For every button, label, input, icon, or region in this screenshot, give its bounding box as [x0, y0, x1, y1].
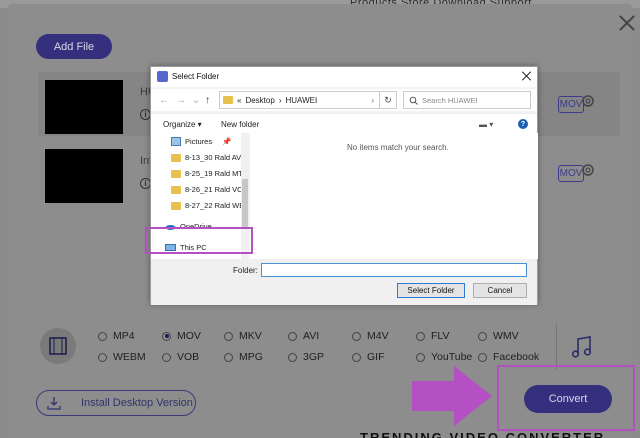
search-icon	[409, 96, 418, 105]
convert-highlight-box	[497, 365, 635, 431]
folder-row: Folder: Select Folder Cancel	[151, 259, 537, 305]
folder-input[interactable]	[261, 263, 527, 277]
gear-icon[interactable]	[580, 162, 596, 178]
radio-dot[interactable]	[478, 331, 487, 341]
format-option-3gp[interactable]: 3GP	[288, 351, 324, 363]
format-divider	[556, 324, 557, 370]
format-option-flv[interactable]: FLV	[416, 330, 449, 342]
download-icon	[47, 397, 61, 410]
address-bar-row: ← → ⌄ ↑ « Desktop › HUAWEI › ↻ Search HU…	[151, 89, 537, 111]
file-list-pane: No items match your search.	[250, 133, 538, 259]
background-bottom-text: TRENDING VIDEO CONVERTER	[360, 430, 606, 438]
format-option-mov[interactable]: MOV	[162, 330, 201, 342]
back-arrow-icon[interactable]: ←	[159, 95, 169, 106]
this-pc-highlight-box	[145, 227, 253, 254]
folder-icon	[171, 153, 181, 162]
format-option-mpg[interactable]: MPG	[224, 351, 263, 363]
empty-message: No items match your search.	[347, 143, 449, 152]
add-file-button[interactable]: Add File	[36, 34, 112, 59]
view-options-icon[interactable]: ▬ ▾	[479, 120, 493, 129]
address-bar[interactable]: « Desktop › HUAWEI ›	[219, 91, 381, 109]
nav-item-pictures[interactable]: Pictures 📌	[171, 137, 231, 146]
cancel-button[interactable]: Cancel	[473, 283, 527, 298]
install-label: Install Desktop Version	[81, 397, 193, 409]
radio-dot[interactable]	[224, 331, 233, 341]
music-icon[interactable]	[570, 334, 594, 360]
format-option-vob[interactable]: VOB	[162, 351, 199, 363]
radio-dot[interactable]	[478, 352, 487, 362]
folder-icon	[223, 96, 233, 104]
dialog-titlebar: Select Folder	[151, 67, 537, 87]
folder-icon	[171, 201, 181, 210]
breadcrumb-huawei[interactable]: HUAWEI	[285, 96, 317, 105]
video-thumbnail[interactable]	[45, 149, 123, 203]
pin-icon: 📌	[222, 137, 232, 146]
nav-item-folder[interactable]: 8-27_22 Rald WE	[171, 201, 244, 210]
nav-item-folder[interactable]: 8-25_19 Rald MT	[171, 169, 243, 178]
format-option-m4v[interactable]: M4V	[352, 330, 389, 342]
dialog-toolbar: Organize ▾ New folder ▬ ▾ ?	[151, 113, 537, 133]
new-folder-button[interactable]: New folder	[221, 120, 259, 129]
nav-item-folder[interactable]: 8-26_21 Rald VO	[171, 185, 243, 194]
search-input[interactable]: Search HUAWEI	[403, 91, 531, 109]
radio-dot[interactable]	[352, 331, 361, 341]
radio-dot[interactable]	[416, 352, 425, 362]
chevron-down-icon[interactable]: ⌄	[192, 95, 200, 106]
close-icon[interactable]	[618, 14, 636, 32]
folder-label: Folder:	[233, 266, 258, 275]
radio-dot[interactable]	[224, 352, 233, 362]
format-option-wmv[interactable]: WMV	[478, 330, 519, 342]
help-icon[interactable]: ?	[518, 119, 528, 129]
format-option-mp4[interactable]: MP4	[98, 330, 135, 342]
close-icon[interactable]	[521, 71, 531, 81]
radio-dot[interactable]	[98, 352, 107, 362]
radio-dot[interactable]	[288, 331, 297, 341]
format-option-facebook[interactable]: Facebook	[478, 351, 539, 363]
folder-icon	[171, 169, 181, 178]
nav-item-folder[interactable]: 8-13_30 Rald AVI	[171, 153, 243, 162]
radio-dot-selected[interactable]	[162, 331, 171, 341]
organize-menu[interactable]: Organize ▾	[163, 120, 202, 129]
forward-arrow-icon[interactable]: →	[176, 95, 186, 106]
radio-dot[interactable]	[162, 352, 171, 362]
breadcrumb-desktop[interactable]: Desktop	[245, 96, 274, 105]
gear-icon[interactable]	[580, 93, 596, 109]
folder-icon	[171, 185, 181, 194]
app-logo-icon	[157, 71, 168, 82]
select-folder-dialog: Select Folder ← → ⌄ ↑ « Desktop › HUAWEI…	[150, 66, 538, 305]
format-option-webm[interactable]: WEBM	[98, 351, 146, 363]
radio-dot[interactable]	[288, 352, 297, 362]
up-arrow-icon[interactable]: ↑	[205, 95, 210, 106]
video-thumbnail[interactable]	[45, 80, 123, 134]
pictures-icon	[171, 137, 181, 146]
pointer-arrow-icon	[412, 366, 492, 426]
format-option-gif[interactable]: GIF	[352, 351, 385, 363]
radio-dot[interactable]	[416, 331, 425, 341]
format-option-avi[interactable]: AVI	[288, 330, 319, 342]
nav-scrollbar-thumb[interactable]	[242, 179, 248, 229]
radio-dot[interactable]	[352, 352, 361, 362]
refresh-icon[interactable]: ↻	[379, 91, 397, 109]
select-folder-button[interactable]: Select Folder	[397, 283, 465, 298]
format-option-youtube[interactable]: YouTube	[416, 351, 472, 363]
install-desktop-button[interactable]: Install Desktop Version	[36, 390, 196, 416]
radio-dot[interactable]	[98, 331, 107, 341]
format-option-mkv[interactable]: MKV	[224, 330, 262, 342]
film-icon[interactable]	[40, 328, 76, 364]
dialog-title: Select Folder	[172, 72, 220, 81]
